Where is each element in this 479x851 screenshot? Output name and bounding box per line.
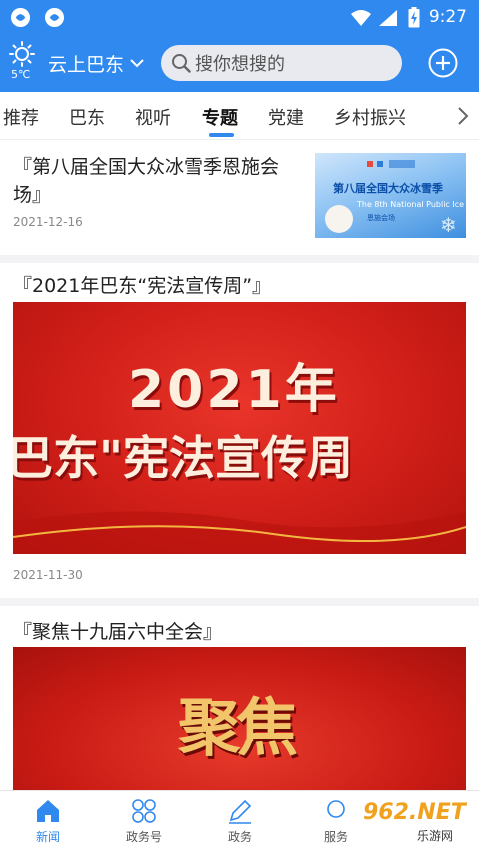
sun-icon bbox=[9, 41, 35, 67]
nav-government-affairs[interactable]: 政务 bbox=[192, 791, 288, 851]
nav-label: 政务 bbox=[227, 830, 252, 844]
banner-text-line2: 巴东"宪法宣传周 bbox=[13, 431, 353, 485]
feed-divider bbox=[0, 598, 479, 606]
app-notification-icon bbox=[44, 7, 65, 28]
tab-audiovisual[interactable]: 视听 bbox=[135, 104, 171, 130]
signal-icon bbox=[379, 10, 397, 26]
pencil-icon bbox=[229, 799, 252, 824]
chevron-down-icon bbox=[130, 59, 144, 68]
banner-text-line1: 2021年 bbox=[128, 360, 340, 420]
news-item-date: 2021-12-16 bbox=[13, 215, 83, 229]
thumbnail-subtitle: The 8th National Public Ice and Snow Sea… bbox=[357, 200, 466, 209]
city-label: 云上巴东 bbox=[48, 54, 125, 76]
watermark-brand: 962.NET bbox=[363, 800, 466, 825]
news-item-banner[interactable]: 2021年 巴东"宪法宣传周 bbox=[13, 302, 466, 554]
banner-wave-decoration bbox=[13, 511, 466, 554]
mascot-image bbox=[325, 205, 353, 233]
news-item-thumbnail[interactable]: 第八届全国大众冰雪季 The 8th National Public Ice a… bbox=[315, 153, 466, 238]
event-logo bbox=[367, 160, 415, 168]
thumbnail-venue: 恩施会场 bbox=[367, 214, 395, 222]
active-tab-indicator bbox=[209, 133, 234, 137]
watermark-subtext: 乐游网 bbox=[417, 829, 454, 843]
snowflake-icon: ❄ bbox=[440, 213, 457, 237]
temperature-label: 5℃ bbox=[11, 68, 31, 81]
wifi-icon bbox=[351, 10, 371, 26]
nav-label: 新闻 bbox=[35, 830, 60, 844]
tab-topics[interactable]: 专题 bbox=[202, 104, 238, 130]
feed-divider bbox=[0, 255, 479, 263]
status-bar: 9:27 bbox=[0, 0, 479, 34]
news-item-banner[interactable]: 聚焦 bbox=[13, 647, 466, 792]
app-notification-icon bbox=[10, 7, 31, 28]
search-icon bbox=[172, 54, 191, 73]
clover-icon bbox=[132, 799, 156, 823]
add-plus-icon[interactable] bbox=[428, 48, 458, 78]
tab-recommend[interactable]: 推荐 bbox=[3, 104, 39, 130]
news-item-date: 2021-11-30 bbox=[13, 568, 83, 582]
news-item-title[interactable]: 『聚焦十九届六中全会』 bbox=[13, 617, 222, 644]
news-item-title[interactable]: 『第八届全国大众冰雪季恩施会场』 bbox=[13, 153, 298, 209]
city-selector[interactable]: 云上巴东 bbox=[48, 50, 144, 77]
clock: 9:27 bbox=[428, 7, 467, 27]
home-icon bbox=[37, 800, 59, 822]
app-header: 9:27 5℃ 云上巴东 搜你想搜的 bbox=[0, 0, 479, 92]
nav-news[interactable]: 新闻 bbox=[0, 791, 96, 851]
thumbnail-title: 第八届全国大众冰雪季 bbox=[333, 182, 443, 195]
tab-party-building[interactable]: 党建 bbox=[268, 104, 304, 130]
category-tabs: 推荐 巴东 视听 专题 党建 乡村振兴 bbox=[0, 92, 479, 140]
tab-rural-revitalization[interactable]: 乡村振兴 bbox=[334, 104, 406, 130]
tab-badong[interactable]: 巴东 bbox=[69, 104, 105, 130]
news-item-title[interactable]: 『2021年巴东“宪法宣传周”』 bbox=[13, 271, 271, 298]
nav-label: 政务号 bbox=[125, 830, 162, 844]
nav-government-accounts[interactable]: 政务号 bbox=[96, 791, 192, 851]
battery-icon bbox=[408, 7, 420, 28]
site-watermark: 962.NET 乐游网 bbox=[333, 800, 473, 846]
weather-widget[interactable]: 5℃ bbox=[8, 40, 38, 84]
search-input[interactable]: 搜你想搜的 bbox=[161, 45, 402, 81]
search-placeholder: 搜你想搜的 bbox=[195, 54, 285, 75]
chevron-right-icon[interactable] bbox=[456, 106, 470, 126]
banner-text: 聚焦 bbox=[178, 691, 298, 764]
